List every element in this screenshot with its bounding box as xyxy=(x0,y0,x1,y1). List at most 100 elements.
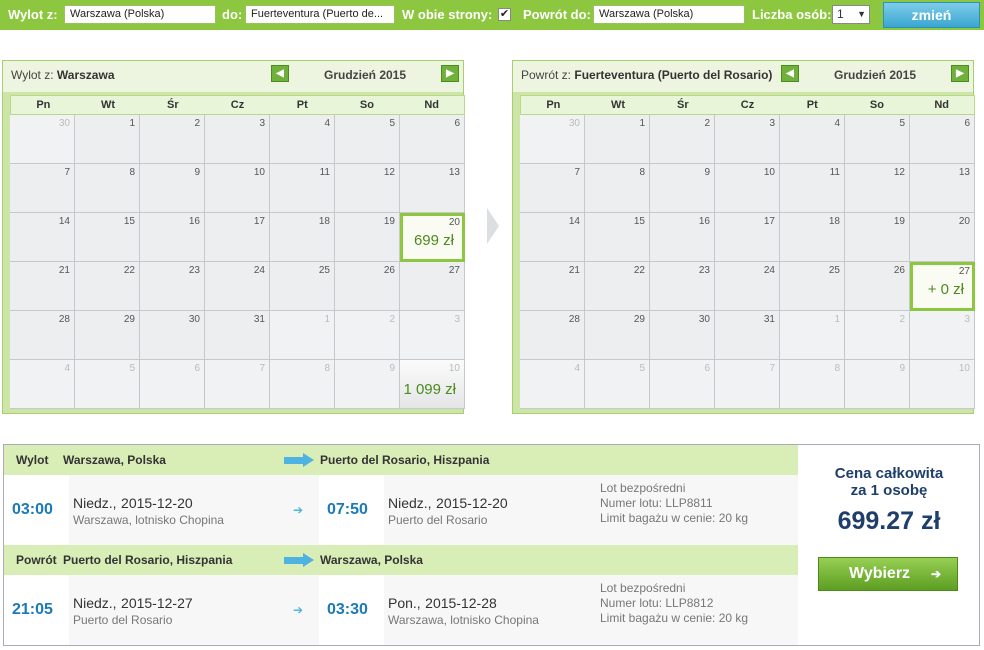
outbound-to-city: Puerto del Rosario, Hiszpania xyxy=(320,453,490,467)
outbound-dep-date: Niedz., 2015-12-20 xyxy=(73,495,193,511)
calendar-week: 4 5 6 7 8 9 10 1 099 zł xyxy=(10,360,465,409)
calendar-day: 3 xyxy=(715,115,780,164)
outbound-arr-date: Niedz., 2015-12-20 xyxy=(388,495,508,511)
calendar-day: 9 xyxy=(650,164,715,213)
calendar-day: 25 xyxy=(780,262,845,311)
calendar-day: 22 xyxy=(585,262,650,311)
day-number: 6 xyxy=(704,363,710,374)
return-calendar: Powrót z: Fuerteventura (Puerto del Rosa… xyxy=(512,60,975,414)
day-number: 21 xyxy=(58,265,70,276)
calendar-week: 30 1 2 3 4 5 6 xyxy=(10,115,465,164)
day-number: 16 xyxy=(188,216,200,227)
calendar-day: 12 xyxy=(335,164,400,213)
departure-calendar: Wylot z: Warszawa ◀ Grudzień 2015 ▶ Pn Wt… xyxy=(2,60,465,414)
calendar-day: 6 xyxy=(400,115,465,164)
calendar-month: Grudzień 2015 xyxy=(324,68,407,82)
search-bar: Wylot z: Warszawa (Polska) do: Fuerteven… xyxy=(0,0,984,30)
day-number: 13 xyxy=(958,167,970,178)
day-number: 23 xyxy=(188,265,200,276)
next-month-button[interactable]: ▶ xyxy=(951,65,969,82)
people-select[interactable]: 1 ▼ xyxy=(832,5,870,24)
return-input[interactable]: Warszawa (Polska) xyxy=(593,5,745,24)
day-number: 5 xyxy=(639,363,645,374)
day-number: 14 xyxy=(58,216,70,227)
return-dep-date: Niedz., 2015-12-27 xyxy=(73,595,193,611)
return-arr-date: Pon., 2015-12-28 xyxy=(388,595,497,611)
day-number: 22 xyxy=(633,265,645,276)
day-number: 5 xyxy=(389,118,395,129)
calendar-day: 26 xyxy=(335,262,400,311)
flight-arrow-icon xyxy=(284,453,314,467)
arrow-right-icon: ➔ xyxy=(293,503,304,517)
to-input[interactable]: Fuerteventura (Puerto de... xyxy=(245,5,395,24)
calendar-day: 6 xyxy=(910,115,975,164)
day-number: 26 xyxy=(383,265,395,276)
calendar-day: 31 xyxy=(205,311,270,360)
day-number: 12 xyxy=(383,167,395,178)
day-number: 28 xyxy=(58,314,70,325)
calendar-day: 4 xyxy=(780,115,845,164)
calendar-day-priced[interactable]: 10 1 099 zł xyxy=(400,360,465,409)
next-month-button[interactable]: ▶ xyxy=(441,65,459,82)
calendar-title: Powrót z: Fuerteventura (Puerto del Rosa… xyxy=(521,68,773,82)
calendar-day: 17 xyxy=(715,213,780,262)
calendar-day: 23 xyxy=(140,262,205,311)
calendar-week: 28 29 30 31 1 2 3 xyxy=(10,311,465,360)
day-number: 2 xyxy=(194,118,200,129)
calendar-day-priced[interactable]: 20 699 zł xyxy=(400,213,465,262)
day-number: 9 xyxy=(389,363,395,374)
calendar-grid: Pn Wt Śr Cz Pt So Nd 30 1 2 3 4 5 6 7 8 9 10 11 12 13 14 15 16 1… xyxy=(520,95,975,409)
day-number: 9 xyxy=(194,167,200,178)
calendar-day: 26 xyxy=(845,262,910,311)
flight-summary: Wylot Warszawa, Polska Puerto del Rosari… xyxy=(3,444,980,646)
weekday-label: Śr xyxy=(676,99,689,111)
from-input[interactable]: Warszawa (Polska) xyxy=(64,5,216,24)
calendar-day-priced[interactable]: 27 + 0 zł xyxy=(910,262,975,311)
choose-button[interactable]: Wybierz ➔ xyxy=(818,557,958,591)
calendar-day: 24 xyxy=(715,262,780,311)
day-number: 30 xyxy=(58,118,70,129)
calendar-day: 29 xyxy=(585,311,650,360)
total-price: 699.27 zł xyxy=(837,507,941,535)
calendar-week: 7 8 9 10 11 12 13 xyxy=(520,164,975,213)
day-number: 10 xyxy=(448,363,460,374)
day-number: 7 xyxy=(64,167,70,178)
calendar-day: 7 xyxy=(715,360,780,409)
day-number: 12 xyxy=(893,167,905,178)
calendar-day: 18 xyxy=(270,213,335,262)
calendar-day: 28 xyxy=(520,311,585,360)
calendar-week: 28 29 30 31 1 2 3 xyxy=(520,311,975,360)
arrow-right-icon: ▶ xyxy=(956,68,964,79)
calendar-day: 21 xyxy=(10,262,75,311)
calendar-day: 6 xyxy=(650,360,715,409)
day-number: 1 xyxy=(129,118,135,129)
day-price: 1 099 zł xyxy=(403,381,456,398)
prev-month-button[interactable]: ◀ xyxy=(271,65,289,82)
calendar-week: 21 22 23 24 25 26 27 + 0 zł xyxy=(520,262,975,311)
day-number: 27 xyxy=(958,266,970,277)
calendar-day: 1 xyxy=(780,311,845,360)
calendar-week: 14 15 16 17 18 19 20 699 zł xyxy=(10,213,465,262)
day-number: 31 xyxy=(763,314,775,325)
calendar-day: 8 xyxy=(75,164,140,213)
day-number: 13 xyxy=(448,167,460,178)
roundtrip-checkbox[interactable]: ✔ xyxy=(498,8,511,21)
weekday-label: Pn xyxy=(546,99,561,111)
people-label: Liczba osób: xyxy=(752,7,832,22)
return-header: Powrót Puerto del Rosario, Hiszpania War… xyxy=(4,545,798,575)
calendar-header: Wylot z: Warszawa ◀ Grudzień 2015 ▶ xyxy=(3,61,463,92)
change-button[interactable]: zmień xyxy=(883,2,980,28)
people-value: 1 xyxy=(837,7,844,21)
calendar-day: 13 xyxy=(910,164,975,213)
day-number: 20 xyxy=(958,216,970,227)
outbound-label: Wylot xyxy=(16,453,49,467)
day-number: 17 xyxy=(253,216,265,227)
roundtrip-label: W obie strony: xyxy=(402,7,493,22)
calendar-header: Powrót z: Fuerteventura (Puerto del Rosa… xyxy=(513,61,973,92)
outbound-header: Wylot Warszawa, Polska Puerto del Rosari… xyxy=(4,445,798,475)
day-number: 10 xyxy=(958,363,970,374)
outbound-arr-airport: Puerto del Rosario xyxy=(388,513,488,527)
calendar-day: 2 xyxy=(650,115,715,164)
calendar-day: 7 xyxy=(205,360,270,409)
prev-month-button[interactable]: ◀ xyxy=(781,65,799,82)
